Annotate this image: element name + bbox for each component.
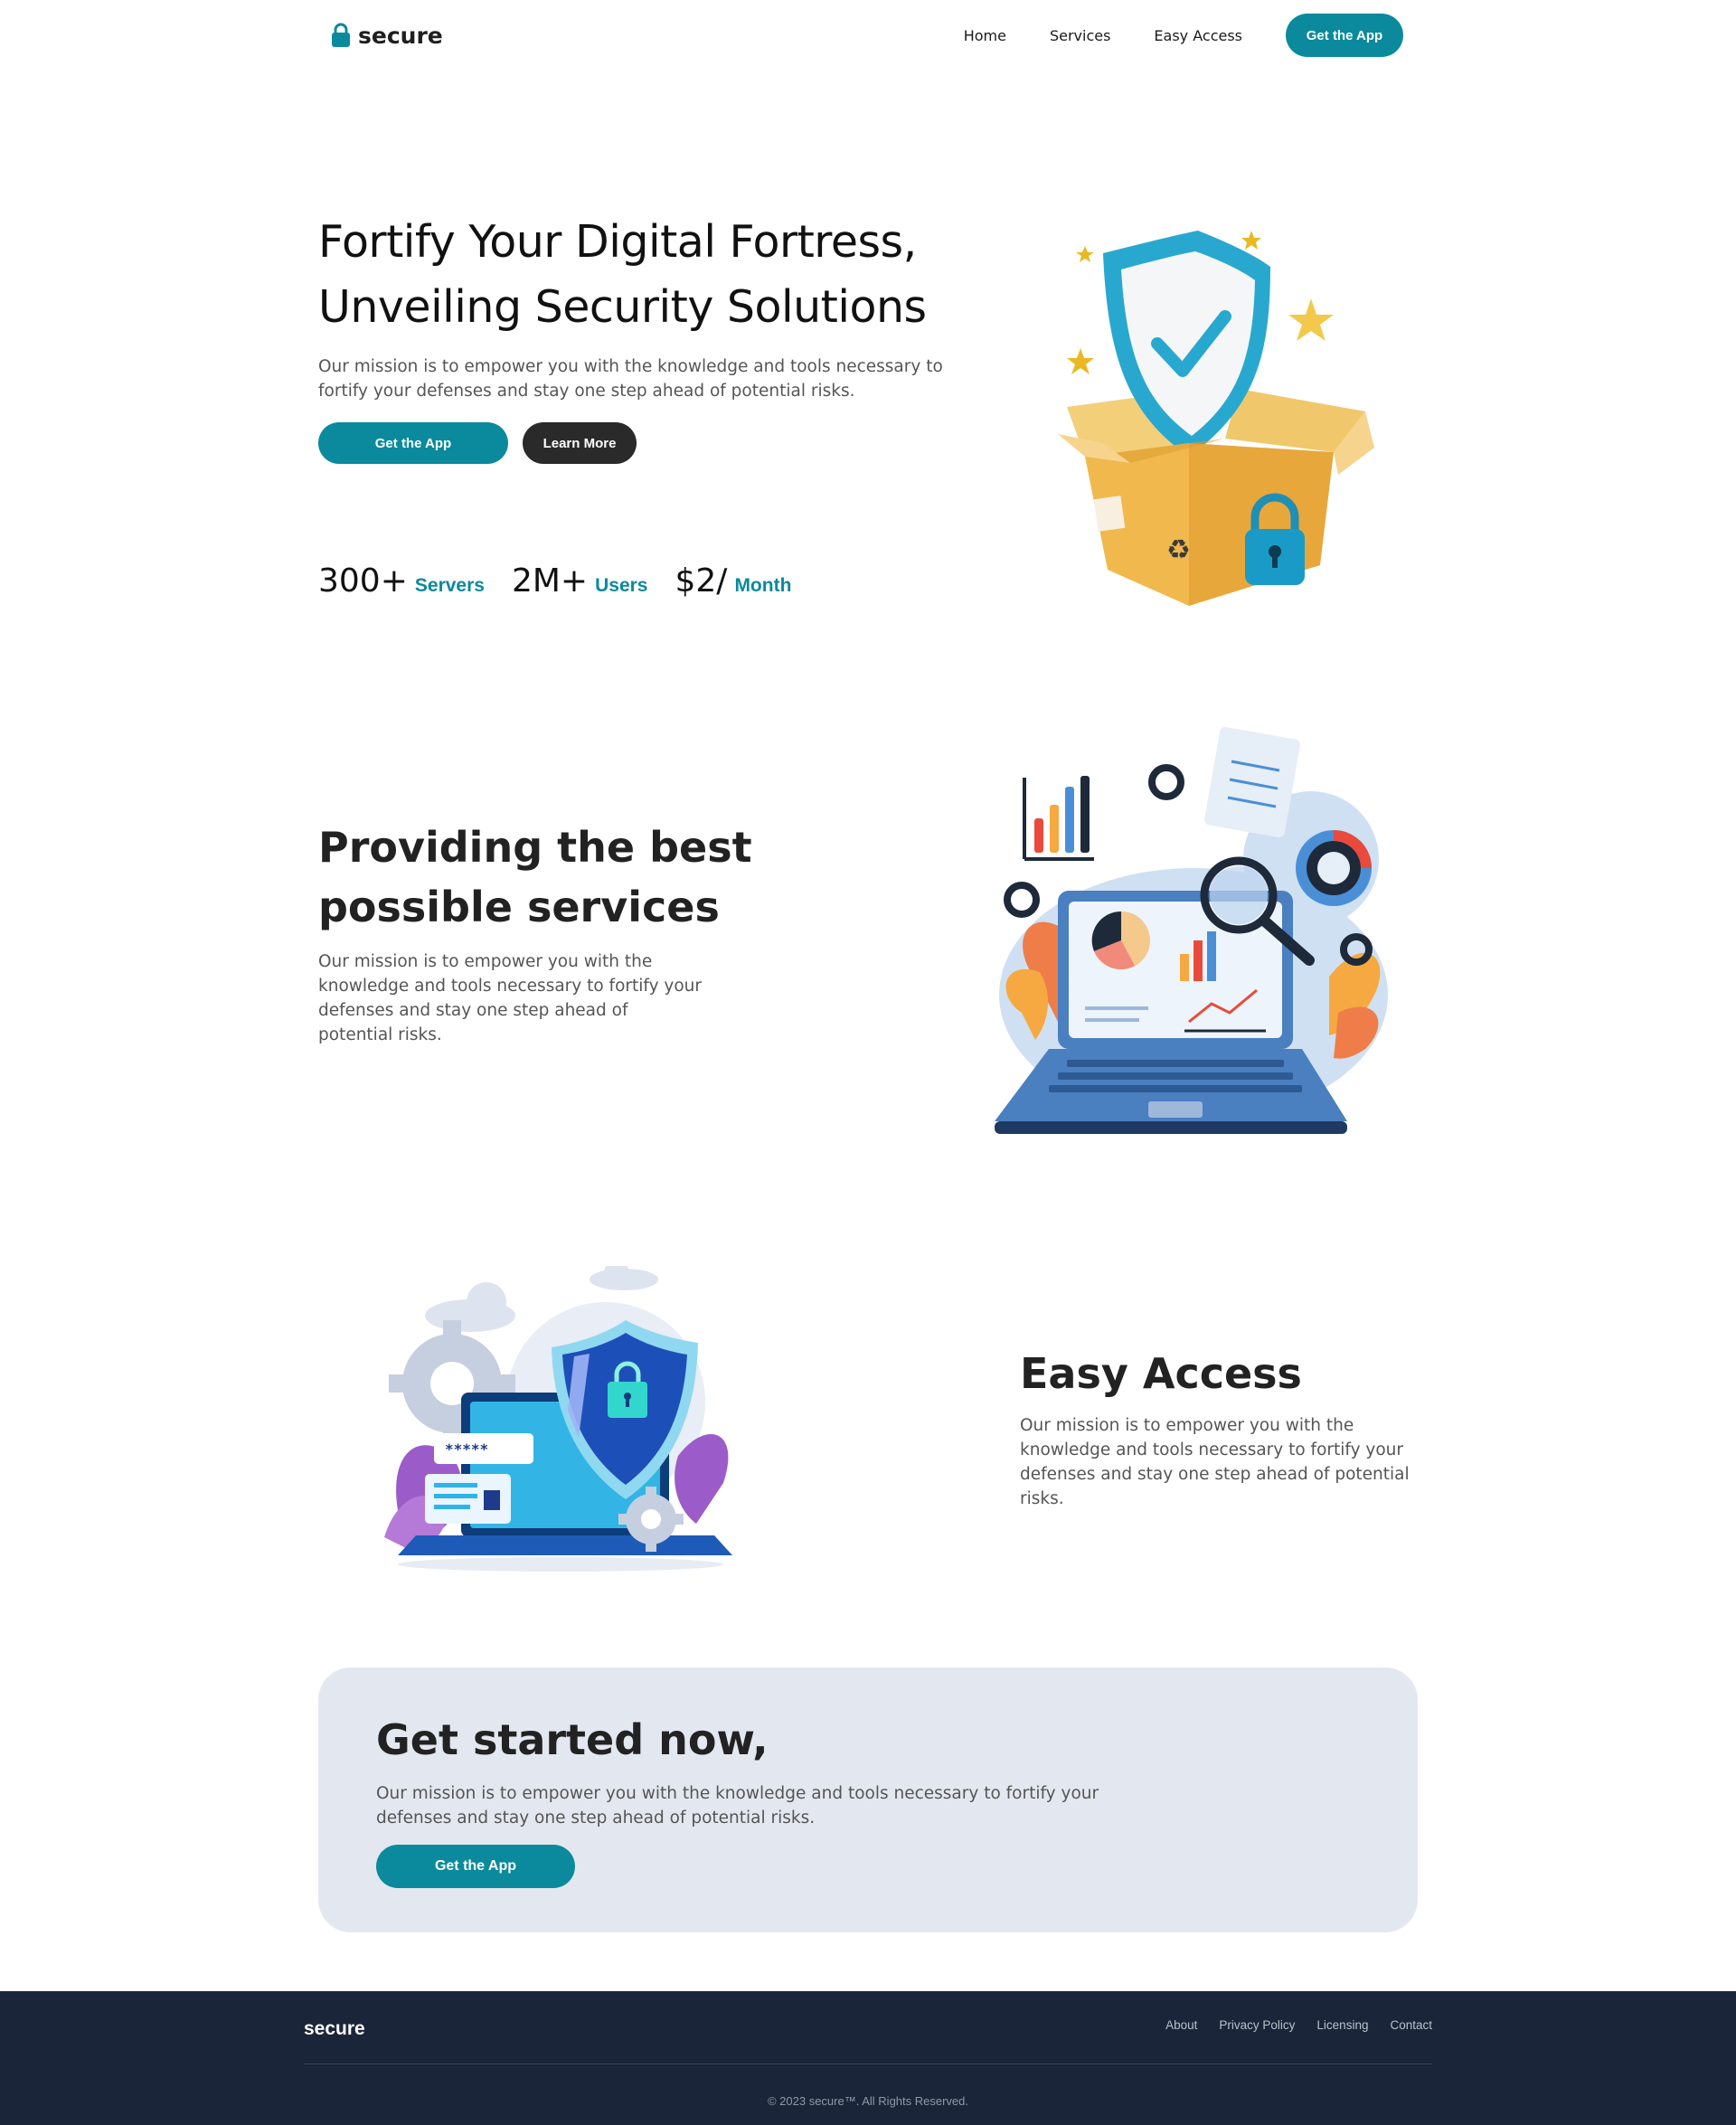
top-nav: secure Home Services Easy Access Get the… [0,0,1736,72]
hero-buttons: Get the App Learn More [318,422,637,464]
stat-label: Users [595,575,648,596]
footer-links: About Privacy Policy Licensing Contact [1165,2018,1432,2032]
services-title-line2: possible services [318,883,720,931]
laptop-shield-icon: ***** [384,1266,732,1572]
cta-description: Our mission is to empower you with the k… [376,1784,1099,1828]
hero-get-app-button[interactable]: Get the App [318,422,508,464]
stat-label: Servers [414,575,485,596]
shield-box-icon: ♻ [1058,231,1374,606]
easy-access-description: Our mission is to empower you with the k… [1020,1416,1410,1508]
hero-learn-more-button[interactable]: Learn More [523,422,637,464]
easy-access-title: Easy Access [1020,1349,1302,1398]
footer-logo[interactable]: secure [304,2018,365,2040]
lock-icon [332,23,350,47]
hero-title-line2: Unveiling Security Solutions [318,281,927,333]
stat-value: $2/ [675,562,728,600]
hero-title: Fortify Your Digital Fortress, Unveiling… [318,210,951,340]
footer-copyright: © 2023 secure™. All Rights Reserved. [767,2094,968,2108]
laptop-analytics-icon [995,726,1388,1134]
hero-stats: 300+ Servers 2M+ Users $2/ Month [318,562,791,600]
stat-price: $2/ Month [675,562,792,600]
star-icon [1241,231,1261,250]
get-started-card: Get started now, Our mission is to empow… [318,1667,1418,1932]
footer-link-about[interactable]: About [1165,2018,1197,2032]
nav-link-home[interactable]: Home [964,27,1006,44]
cta-title: Get started now, [376,1715,769,1764]
stat-value: 2M+ [511,562,589,600]
hero-title-line1: Fortify Your Digital Fortress, [318,216,917,268]
stat-users: 2M+ Users [512,562,648,600]
cta-get-app-button[interactable]: Get the App [376,1845,575,1888]
logo[interactable]: secure [331,20,443,51]
services-title-line1: Providing the best [318,823,752,872]
footer-link-licensing[interactable]: Licensing [1316,2018,1368,2032]
services-description: Our mission is to empower you with the k… [318,952,703,1044]
nav-links: Home Services Easy Access Get the App [964,14,1403,57]
footer: secure About Privacy Policy Licensing Co… [0,1991,1736,2125]
star-icon [1288,298,1334,341]
logo-text: secure [358,22,443,49]
nav-link-services[interactable]: Services [1050,27,1110,44]
stat-servers: 300+ Servers [318,562,485,600]
footer-link-privacy-policy[interactable]: Privacy Policy [1219,2018,1295,2032]
stat-label: Month [734,575,792,596]
star-icon [1076,246,1094,262]
services-title: Providing the best possible services [318,817,770,937]
hero-description: Our mission is to empower you with the k… [318,357,943,401]
stat-value: 300+ [318,562,408,600]
footer-link-contact[interactable]: Contact [1390,2018,1432,2032]
nav-link-easy-access[interactable]: Easy Access [1154,27,1242,44]
svg-text:*****: ***** [445,1440,488,1458]
nav-get-app-button[interactable]: Get the App [1286,14,1403,57]
svg-text:♻: ♻ [1166,534,1191,566]
star-icon [1067,348,1094,374]
